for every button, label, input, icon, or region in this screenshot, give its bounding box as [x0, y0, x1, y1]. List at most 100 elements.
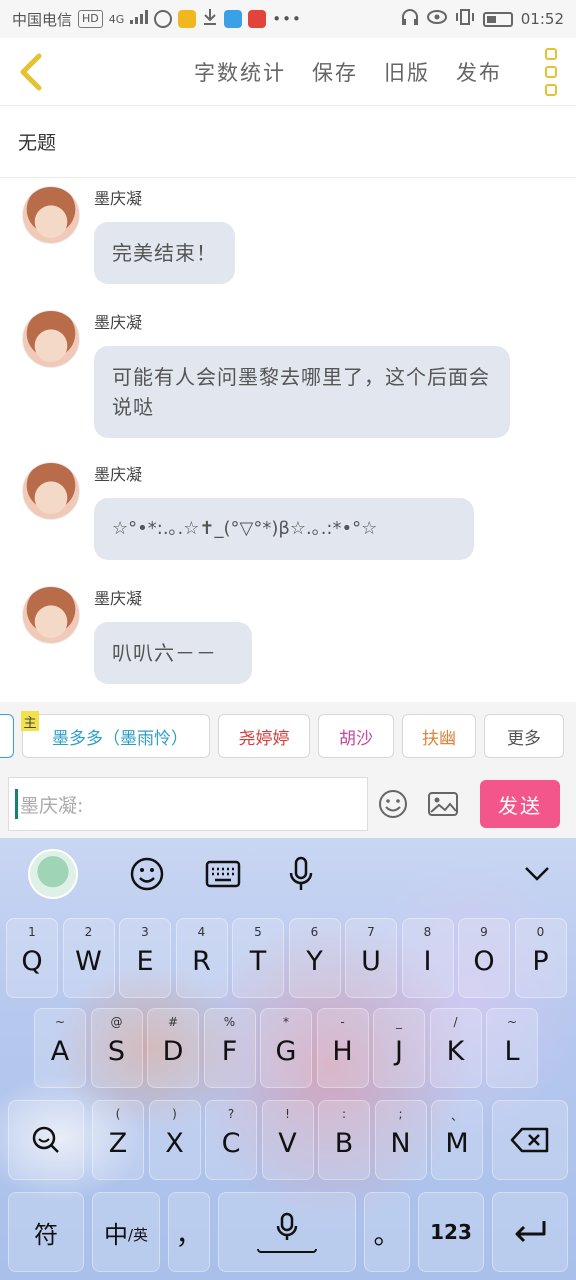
hd-badge: HD: [78, 10, 103, 28]
language-toggle-key[interactable]: 中/英: [92, 1192, 160, 1272]
keyboard-skin-avatar[interactable]: [28, 849, 78, 899]
status-bar: 中国电信 HD 4G ••• 01:52: [0, 0, 576, 38]
key-s[interactable]: @ S: [90, 1008, 143, 1088]
search-key[interactable]: [8, 1100, 84, 1180]
key-hint: ?: [227, 1107, 235, 1121]
keyboard-emoji-button[interactable]: [122, 850, 172, 898]
message-input[interactable]: 墨庆凝:: [8, 777, 368, 831]
signal-text: 4G: [108, 12, 125, 26]
key-t[interactable]: 5T: [232, 918, 284, 998]
lang-main-label: 中: [103, 1220, 128, 1249]
role-chip-partial[interactable]: [0, 714, 14, 758]
role-chip-label: 扶幽: [422, 728, 456, 749]
comma-key[interactable]: ，: [168, 1192, 210, 1272]
key-hint: _: [396, 1015, 402, 1029]
key-k[interactable]: / K: [429, 1008, 482, 1088]
back-button[interactable]: [0, 38, 60, 106]
key-hint: /: [453, 1015, 458, 1029]
keyboard-icon: [205, 860, 241, 888]
collapse-keyboard-button[interactable]: [512, 850, 562, 898]
key-label: N: [390, 1127, 411, 1159]
emoji-button[interactable]: [368, 777, 418, 831]
message-bubble[interactable]: ☆°•*:.｡.☆✝_(°▽°*)β☆.｡.:*•°☆: [94, 498, 474, 560]
backspace-key[interactable]: [492, 1100, 568, 1180]
keyboard-layout-button[interactable]: [198, 850, 248, 898]
key-w[interactable]: 2W: [62, 918, 115, 998]
key-o[interactable]: 9O: [458, 918, 510, 998]
more-roles-button[interactable]: 更多: [484, 714, 564, 758]
avatar[interactable]: [22, 586, 80, 644]
message-bubble[interactable]: 可能有人会问墨黎去哪里了，这个后面会说哒: [94, 346, 510, 438]
key-label: T: [249, 945, 267, 977]
word-count-button[interactable]: 字数统计: [194, 57, 286, 87]
key-x[interactable]: ) X: [148, 1100, 201, 1180]
key-label: U: [361, 945, 381, 977]
key-q[interactable]: 1Q: [6, 918, 58, 998]
key-hint: @: [110, 1015, 123, 1029]
key-hint: ;: [398, 1107, 403, 1121]
key-j[interactable]: _ J: [373, 1008, 425, 1088]
avatar[interactable]: [22, 186, 80, 244]
message-bubble[interactable]: 完美结束！: [94, 222, 235, 284]
key-m[interactable]: 、 M: [431, 1100, 483, 1180]
key-u[interactable]: 7U: [345, 918, 397, 998]
key-d[interactable]: # D: [147, 1008, 199, 1088]
key-h[interactable]: -H: [316, 1008, 369, 1088]
key-c[interactable]: ? C: [205, 1100, 257, 1180]
key-f[interactable]: % F: [203, 1008, 256, 1088]
old-version-button[interactable]: 旧版: [384, 57, 430, 87]
voice-input-button[interactable]: [276, 850, 326, 898]
role-chip-label: 胡沙: [339, 728, 373, 749]
microphone-icon: [289, 856, 313, 890]
message-item[interactable]: 墨庆凝 完美结束！: [22, 186, 235, 284]
key-a[interactable]: ~ A: [34, 1008, 86, 1088]
period-key[interactable]: 。: [364, 1192, 410, 1272]
symbols-key[interactable]: 符: [8, 1192, 84, 1272]
role-chip-main[interactable]: 主 墨多多（墨雨怜）: [21, 711, 210, 758]
more-menu-icon[interactable]: [526, 38, 576, 106]
key-g[interactable]: * G: [260, 1008, 312, 1088]
message-item[interactable]: 墨庆凝 叭叭六－－: [22, 586, 252, 684]
role-chip[interactable]: 尧婷婷: [218, 714, 310, 758]
carrier-text: 中国电信: [12, 10, 73, 29]
key-hint: 0: [536, 925, 545, 939]
key-label: R: [192, 945, 211, 977]
message-bubble[interactable]: 叭叭六－－: [94, 622, 252, 684]
message-item[interactable]: 墨庆凝 ☆°•*:.｡.☆✝_(°▽°*)β☆.｡.:*•°☆: [22, 462, 474, 560]
key-v[interactable]: ! V: [261, 1100, 314, 1180]
key-i[interactable]: 8I: [401, 918, 454, 998]
avatar[interactable]: [22, 462, 80, 520]
enter-key[interactable]: [492, 1192, 568, 1272]
key-z[interactable]: (Z: [92, 1100, 144, 1180]
space-key[interactable]: [218, 1192, 356, 1272]
key-l[interactable]: ~ L: [486, 1008, 538, 1088]
image-button[interactable]: [418, 777, 468, 831]
title-field[interactable]: 无题: [0, 106, 576, 178]
numbers-key[interactable]: 123: [418, 1192, 484, 1272]
message-item[interactable]: 墨庆凝 可能有人会问墨黎去哪里了，这个后面会说哒: [22, 310, 510, 438]
key-y[interactable]: 6Y: [288, 918, 341, 998]
avatar: [28, 849, 78, 899]
key-b[interactable]: :B: [318, 1100, 370, 1180]
key-hint: ~: [506, 1015, 518, 1029]
key-p[interactable]: 0P: [514, 918, 567, 998]
send-button[interactable]: 发送: [480, 780, 560, 828]
key-hint: *: [283, 1015, 289, 1029]
role-chip[interactable]: 胡沙: [318, 714, 394, 758]
sender-name: 墨庆凝: [94, 589, 143, 608]
key-label: X: [165, 1127, 184, 1159]
more-roles-label: 更多: [507, 728, 541, 749]
publish-button[interactable]: 发布: [456, 57, 502, 87]
key-r[interactable]: 4R: [175, 918, 228, 998]
microphone-icon: [276, 1212, 298, 1240]
key-e[interactable]: 3E: [119, 918, 171, 998]
key-n[interactable]: ; N: [374, 1100, 427, 1180]
save-button[interactable]: 保存: [312, 57, 358, 87]
avatar[interactable]: [22, 310, 80, 368]
vibrate-icon: [455, 9, 475, 29]
key-label: J: [395, 1035, 403, 1067]
signal-icon: [130, 10, 149, 28]
key-hint: 5: [254, 925, 262, 939]
key-label: O: [473, 945, 495, 977]
role-chip[interactable]: 扶幽: [402, 714, 476, 758]
